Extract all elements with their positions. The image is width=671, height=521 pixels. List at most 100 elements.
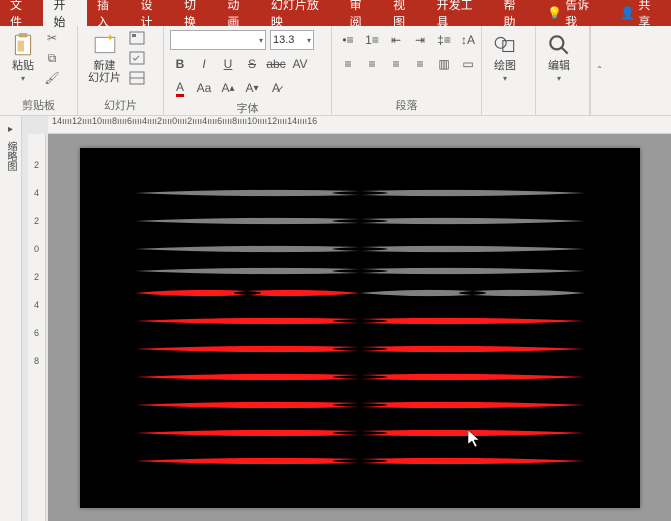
slide-shape[interactable] [135, 244, 585, 254]
group-font-label: 字体 [170, 98, 325, 116]
chevron-down-icon: ▾ [259, 36, 263, 45]
align-left-button[interactable]: ≡ [338, 54, 358, 74]
tab-view[interactable]: 视图 [383, 0, 426, 26]
shadow-button[interactable]: S [242, 54, 262, 74]
tab-review[interactable]: 审阅 [340, 0, 383, 26]
share-label: 共享 [638, 0, 661, 30]
group-slides: 新建 幻灯片 幻灯片 [78, 26, 164, 115]
workspace: ▸ 缩略图 14ıııı12ıııı10ıııı8ıııı6ıııı4ıııı2… [0, 116, 671, 521]
drawing-label: 绘图 [494, 60, 516, 72]
group-editing: 编辑 ▾ 编辑 [536, 26, 590, 115]
paste-label: 粘贴 [12, 60, 34, 72]
bold-button[interactable]: B [170, 54, 190, 74]
editing-button[interactable]: 编辑 ▾ [542, 30, 576, 85]
chevron-down-icon: ▾ [557, 74, 561, 83]
font-size-select[interactable]: 13.3 ▾ [270, 30, 314, 50]
tab-tellme[interactable]: 💡 告诉我 [537, 0, 610, 26]
group-slides-label: 幻灯片 [84, 95, 157, 113]
share-icon: 👤 [620, 6, 635, 20]
format-painter-icon[interactable]: 🖌 [44, 70, 60, 86]
shapes-icon [492, 32, 518, 58]
cut-icon[interactable]: ✂ [44, 30, 60, 46]
tab-dev[interactable]: 开发工具 [427, 0, 494, 26]
thumbnail-panel-collapsed[interactable]: ▸ 缩略图 [0, 116, 22, 521]
grow-font-button[interactable]: A▴ [218, 78, 238, 98]
slide-shape[interactable] [135, 428, 585, 438]
strikethrough-button[interactable]: abc [266, 54, 286, 74]
ruler-v-tick: 0 [34, 244, 39, 254]
tab-file[interactable]: 文件 [0, 0, 43, 26]
change-case-button[interactable]: Aa [194, 78, 214, 98]
line-spacing-button[interactable]: ‡≡ [434, 30, 454, 50]
chevron-down-icon: ▾ [307, 36, 311, 45]
new-slide-label: 新建 幻灯片 [88, 60, 121, 84]
indent-left-button[interactable]: ⇤ [386, 30, 406, 50]
smartart-button[interactable]: ▭ [458, 54, 478, 74]
align-center-button[interactable]: ≡ [362, 54, 382, 74]
chevron-down-icon: ▾ [21, 74, 25, 83]
slide-shape[interactable] [135, 188, 585, 198]
ruler-v-tick: 4 [34, 188, 39, 198]
align-right-button[interactable]: ≡ [386, 54, 406, 74]
share-button[interactable]: 👤 共享 [610, 0, 671, 26]
layout-icon[interactable] [129, 30, 145, 46]
bullets-button[interactable]: •≡ [338, 30, 358, 50]
slide-shape[interactable] [135, 288, 360, 298]
indent-right-button[interactable]: ⇥ [410, 30, 430, 50]
slide[interactable] [80, 148, 640, 508]
clear-format-button[interactable]: A̷ [266, 78, 286, 98]
columns-button[interactable]: ▥ [434, 54, 454, 74]
tab-slideshow[interactable]: 幻灯片放映 [261, 0, 340, 26]
find-icon [546, 32, 572, 58]
group-clipboard: 粘贴 ▾ ✂ ⧉ 🖌 剪贴板 [0, 26, 78, 115]
group-paragraph: •≡ 1≡ ⇤ ⇥ ‡≡ ↕A ≡ ≡ ≡ ≡ ▥ ▭ 段落 [332, 26, 482, 115]
tab-animation[interactable]: 动画 [217, 0, 260, 26]
horizontal-ruler: 14ıııı12ıııı10ıııı8ıııı6ıııı4ıııı2ıııı0ı… [48, 116, 671, 134]
tab-design[interactable]: 设计 [130, 0, 173, 26]
slide-shape[interactable] [135, 372, 585, 382]
bulb-icon: 💡 [547, 6, 562, 20]
slide-shape[interactable] [135, 400, 585, 410]
justify-button[interactable]: ≡ [410, 54, 430, 74]
tab-home[interactable]: 开始 [43, 0, 86, 26]
slide-shape[interactable] [135, 216, 585, 226]
spacing-button[interactable]: AV [290, 54, 310, 74]
slide-shape[interactable] [135, 456, 585, 466]
text-direction-button[interactable]: ↕A [458, 30, 478, 50]
tab-transition[interactable]: 切换 [174, 0, 217, 26]
font-name-select[interactable]: ▾ [170, 30, 266, 50]
chevron-down-icon: ▾ [503, 74, 507, 83]
copy-icon[interactable]: ⧉ [44, 50, 60, 66]
ruler-v-tick: 2 [34, 272, 39, 282]
drawing-button[interactable]: 绘图 ▾ [488, 30, 522, 85]
reset-icon[interactable] [129, 50, 145, 66]
shrink-font-button[interactable]: A▾ [242, 78, 262, 98]
slide-shape[interactable] [135, 344, 585, 354]
tab-insert[interactable]: 插入 [87, 0, 130, 26]
numbering-button[interactable]: 1≡ [362, 30, 382, 50]
ribbon: 粘贴 ▾ ✂ ⧉ 🖌 剪贴板 新建 幻灯片 幻灯片 [0, 26, 671, 116]
new-slide-button[interactable]: 新建 幻灯片 [84, 30, 125, 86]
paste-button[interactable]: 粘贴 ▾ [6, 30, 40, 85]
group-paragraph-label: 段落 [338, 95, 475, 113]
collapse-ribbon-button[interactable]: ˆ [590, 26, 608, 115]
ruler-v-tick: 8 [34, 356, 39, 366]
slide-shape[interactable] [135, 316, 585, 326]
font-size-value: 13.3 [273, 34, 294, 46]
slide-shape[interactable] [135, 266, 585, 276]
group-clipboard-label: 剪贴板 [6, 95, 71, 113]
section-icon[interactable] [129, 70, 145, 86]
ruler-v-tick: 4 [34, 300, 39, 310]
font-color-button[interactable]: A [170, 78, 190, 98]
slide-canvas-area[interactable] [48, 134, 671, 521]
slide-shape[interactable] [360, 288, 585, 298]
ruler-h-ticks: 14ıııı12ıııı10ıııı8ıııı6ıııı4ıııı2ıııı0ı… [48, 116, 317, 126]
clipboard-icon [10, 32, 36, 58]
tab-help[interactable]: 帮助 [494, 0, 537, 26]
italic-button[interactable]: I [194, 54, 214, 74]
underline-button[interactable]: U [218, 54, 238, 74]
ruler-v-tick: 2 [34, 160, 39, 170]
group-font: ▾ 13.3 ▾ B I U S abc AV A Aa A▴ A▾ A̷ 字体 [164, 26, 332, 115]
new-slide-icon [92, 32, 118, 58]
thumbnail-label: 缩略图 [3, 141, 18, 171]
